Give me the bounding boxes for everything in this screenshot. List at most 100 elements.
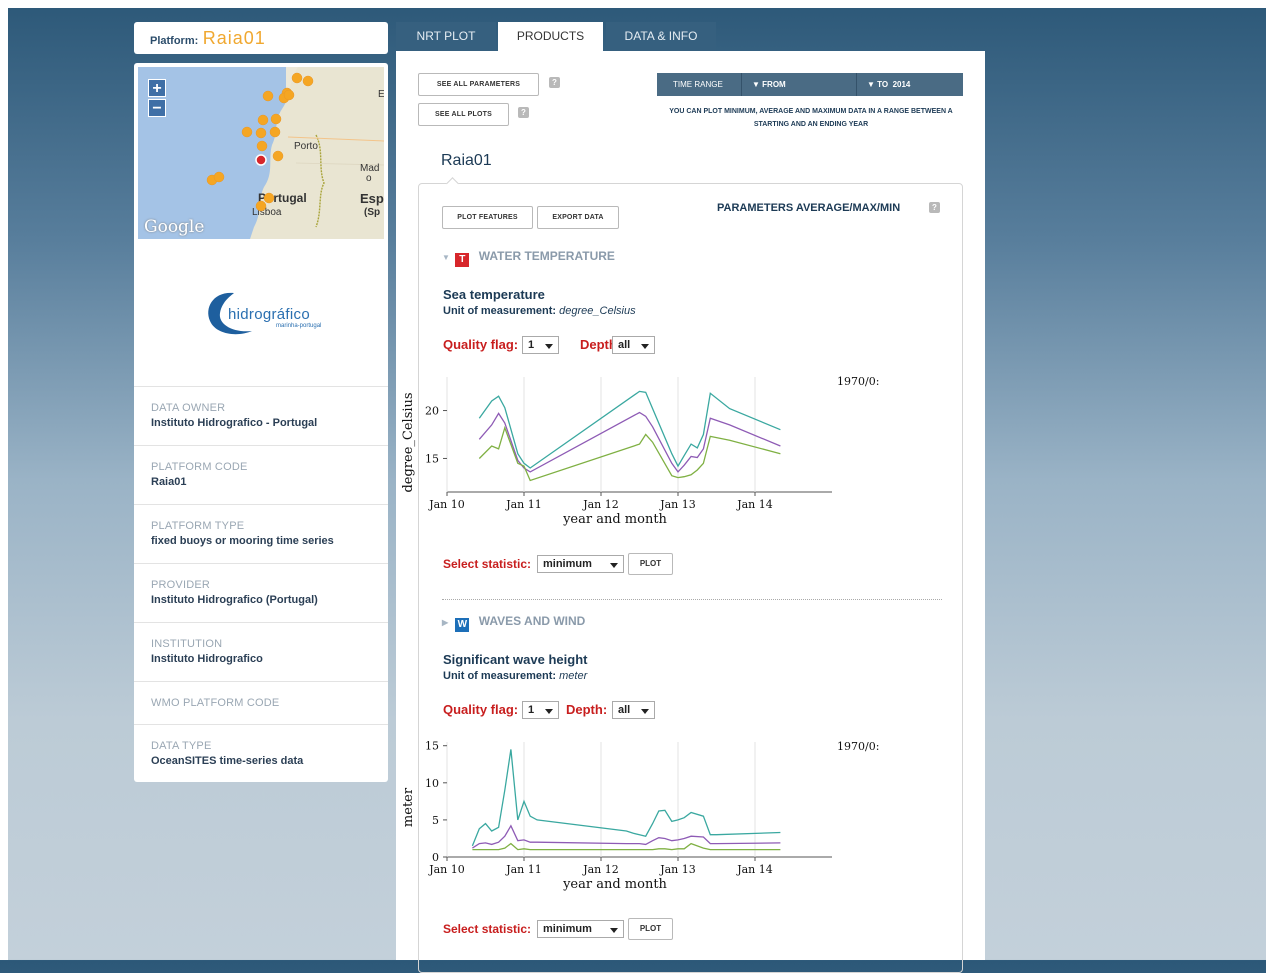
platform-marker[interactable] <box>262 90 274 102</box>
chevron-down-icon: ▼ <box>867 80 875 89</box>
info-data-owner: DATA OWNER Instituto Hidrografico - Port… <box>134 386 388 445</box>
info-key: PLATFORM CODE <box>151 461 248 473</box>
parameter-title: Sea temperature <box>443 287 545 302</box>
info-value: Instituto Hidrografico (Portugal) <box>151 594 318 606</box>
section-waves-and-wind[interactable]: ▶ W WAVES AND WIND <box>442 614 585 632</box>
x-tick-label: Jan 10 <box>428 863 465 876</box>
to-select[interactable]: ▼ TO 2014 <box>856 73 963 96</box>
platform-marker[interactable] <box>255 200 267 212</box>
y-tick-label: 0 <box>432 851 439 864</box>
platform-marker[interactable] <box>241 126 253 138</box>
quality-flag-value: 1 <box>528 339 535 351</box>
x-tick-label: Jan 11 <box>505 498 542 511</box>
from-select[interactable]: ▼ FROM <box>741 73 856 96</box>
unit-value: meter <box>559 670 588 682</box>
logo-tagline: marinha-portugal <box>276 323 322 329</box>
platform-marker[interactable] <box>272 150 284 162</box>
depth-label: Depth: <box>566 702 608 717</box>
plot-button[interactable]: PLOT <box>628 553 673 575</box>
x-tick-label: Jan 10 <box>428 498 465 511</box>
x-tick-label: Jan 12 <box>582 498 619 511</box>
info-institution: INSTITUTION Instituto Hidrografico <box>134 622 388 681</box>
expand-arrow-icon: ▶ <box>442 618 449 627</box>
depth-select[interactable]: all <box>612 701 655 719</box>
platform-marker[interactable] <box>283 89 295 101</box>
x-tick-label: Jan 12 <box>582 863 619 876</box>
x-tick-label: Jan 13 <box>659 498 696 511</box>
statistic-select[interactable]: minimum <box>537 920 624 938</box>
section-title: WATER TEMPERATURE <box>478 249 615 263</box>
export-data-button[interactable]: EXPORT DATA <box>537 206 619 229</box>
platform-marker[interactable] <box>213 171 225 183</box>
unit-value: degree_Celsius <box>559 305 636 317</box>
x-tick-label: Jan 11 <box>505 863 542 876</box>
help-icon[interactable]: ? <box>549 77 560 88</box>
tab-products[interactable]: PRODUCTS <box>498 22 603 52</box>
info-key: DATA OWNER <box>151 402 226 414</box>
y-tick-label: 5 <box>432 814 439 827</box>
platform-marker[interactable] <box>291 72 303 84</box>
platform-marker[interactable] <box>269 126 281 138</box>
to-label: TO <box>877 80 889 89</box>
help-icon[interactable]: ? <box>929 202 940 213</box>
info-key: PLATFORM TYPE <box>151 520 245 532</box>
platform-marker[interactable] <box>257 114 269 126</box>
x-tick-label: Jan 13 <box>659 863 696 876</box>
platform-marker[interactable] <box>270 113 282 125</box>
platform-marker[interactable] <box>302 75 314 87</box>
caret-down-icon <box>641 344 649 349</box>
info-value: OceanSITES time-series data <box>151 755 304 767</box>
quality-flag-label: Quality flag: <box>443 702 519 717</box>
temperature-badge-icon: T <box>455 253 470 267</box>
location-map[interactable]: + − Porto Portugal Lisboa Esp (Sp Mad o … <box>138 67 384 239</box>
platform-marker[interactable] <box>255 127 267 139</box>
products-panel: SEE ALL PARAMETERS ? SEE ALL PLOTS ? TIM… <box>396 51 985 973</box>
section-water-temperature[interactable]: ▼ T WATER TEMPERATURE <box>442 249 615 267</box>
time-range-note: YOU CAN PLOT MINIMUM, AVERAGE AND MAXIMU… <box>669 108 953 128</box>
caret-down-icon <box>610 563 618 568</box>
tab-data-info[interactable]: DATA & INFO <box>606 22 716 52</box>
see-all-plots-button[interactable]: SEE ALL PLOTS <box>418 103 509 126</box>
plot-button[interactable]: PLOT <box>628 918 673 940</box>
quality-flag-select[interactable]: 1 <box>522 336 559 354</box>
info-value: Instituto Hidrografico <box>151 653 263 665</box>
unit-label: Unit of measurement: <box>443 670 557 682</box>
platform-marker[interactable] <box>256 140 268 152</box>
select-statistic-label: Select statistic: <box>443 557 532 571</box>
caret-down-icon <box>545 344 553 349</box>
selected-platform-marker[interactable] <box>255 154 267 166</box>
x-tick-label: Jan 14 <box>736 863 773 876</box>
info-key: PROVIDER <box>151 579 211 591</box>
caret-down-icon <box>641 709 649 714</box>
quality-flag-select[interactable]: 1 <box>522 701 559 719</box>
legend-text: 1970/0: <box>837 740 879 753</box>
info-platform-code: PLATFORM CODE Raia01 <box>134 445 388 504</box>
help-icon[interactable]: ? <box>518 107 529 118</box>
y-axis-label: meter <box>401 787 416 827</box>
plot-features-button[interactable]: PLOT FEATURES <box>442 206 533 229</box>
depth-value: all <box>618 704 631 716</box>
collapse-arrow-icon: ▼ <box>442 253 450 262</box>
parameters-average-title: PARAMETERS AVERAGE/MAX/MIN <box>717 202 901 214</box>
y-tick-label: 10 <box>425 777 439 790</box>
caret-down-icon <box>545 709 553 714</box>
select-statistic-label: Select statistic: <box>443 922 532 936</box>
see-all-parameters-button[interactable]: SEE ALL PARAMETERS <box>418 73 539 96</box>
platform-sidebar: + − Porto Portugal Lisboa Esp (Sp Mad o … <box>134 63 388 782</box>
google-attribution: Google <box>144 217 205 237</box>
series-line-average <box>472 824 781 849</box>
series-line-minimum <box>472 842 781 851</box>
parameter-title: Significant wave height <box>443 652 588 667</box>
platform-name: Raia01 <box>202 28 266 48</box>
x-axis-label: year and month <box>562 877 667 892</box>
platform-label: Platform: <box>150 35 199 47</box>
to-value: 2014 <box>892 80 911 89</box>
unit-line: Unit of measurement: meter <box>443 670 587 682</box>
depth-select[interactable]: all <box>612 336 655 354</box>
quality-flag-value: 1 <box>528 704 535 716</box>
statistic-select[interactable]: minimum <box>537 555 624 573</box>
tab-nrt-plot[interactable]: NRT PLOT <box>396 22 496 52</box>
statistic-value: minimum <box>543 923 592 935</box>
platform-marker[interactable] <box>263 192 275 204</box>
unit-label: Unit of measurement: <box>443 305 557 317</box>
